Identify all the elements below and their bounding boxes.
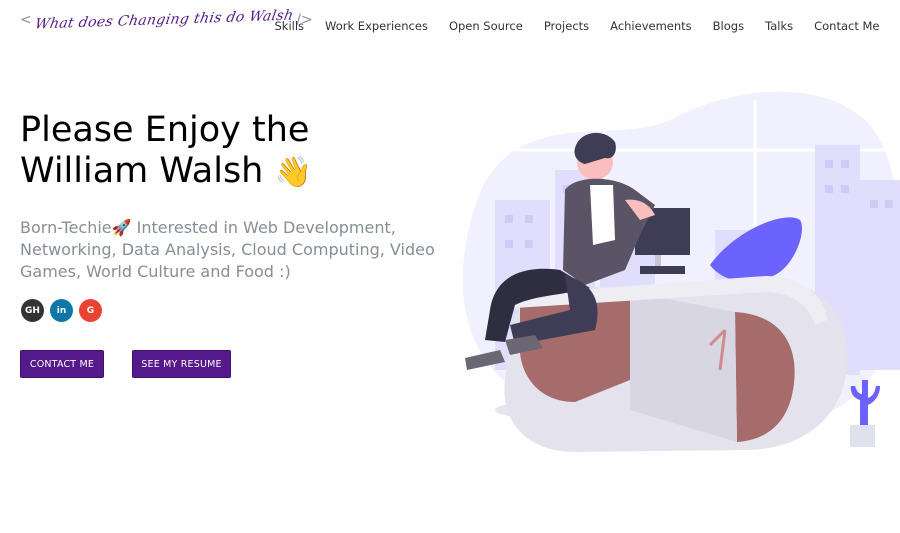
plant-cactus bbox=[850, 380, 880, 425]
nav-skills[interactable]: Skills bbox=[264, 19, 315, 33]
plant-pot bbox=[850, 425, 875, 447]
contact-me-button[interactable]: CONTACT ME bbox=[20, 350, 104, 378]
nav-achievements[interactable]: Achievements bbox=[600, 19, 703, 33]
person-shirt bbox=[590, 185, 615, 245]
linkedin-icon[interactable]: in bbox=[50, 299, 73, 322]
site-header: < What does Changing this do Walsh /> Sk… bbox=[0, 0, 900, 52]
logo-open-bracket: < bbox=[20, 12, 32, 28]
hero-title: Please Enjoy the William Walsh 👋 bbox=[20, 110, 460, 193]
hero-subtitle: Born-Techie🚀 Interested in Web Developme… bbox=[20, 218, 435, 281]
hero-title-line2: William Walsh bbox=[20, 151, 264, 191]
nav-open-source[interactable]: Open Source bbox=[438, 19, 533, 33]
github-icon[interactable]: GH bbox=[21, 299, 44, 322]
developer-desk-illustration bbox=[462, 91, 900, 452]
social-links: GH in G bbox=[21, 299, 102, 322]
wave-hand-icon: 👋 bbox=[274, 155, 312, 190]
google-icon[interactable]: G bbox=[79, 299, 102, 322]
potted-plant bbox=[850, 380, 880, 447]
monitor-stand bbox=[655, 255, 661, 267]
nav-contact-me[interactable]: Contact Me bbox=[804, 19, 890, 33]
nav-work-experiences[interactable]: Work Experiences bbox=[315, 19, 439, 33]
logo-signature: What does Changing this do Walsh bbox=[33, 7, 295, 33]
keyboard bbox=[640, 266, 685, 274]
nav-projects[interactable]: Projects bbox=[533, 19, 599, 33]
nav-talks[interactable]: Talks bbox=[755, 19, 804, 33]
main-nav: Skills Work Experiences Open Source Proj… bbox=[264, 19, 890, 33]
see-resume-button[interactable]: SEE MY RESUME bbox=[132, 350, 231, 378]
nav-blogs[interactable]: Blogs bbox=[702, 19, 754, 33]
hero-title-line1: Please Enjoy the bbox=[20, 110, 310, 150]
